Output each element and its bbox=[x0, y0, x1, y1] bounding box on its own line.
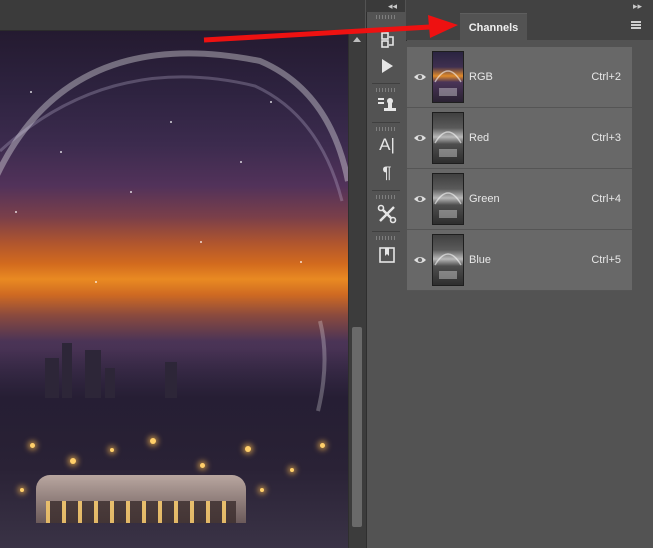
channel-shortcut: Ctrl+5 bbox=[591, 254, 621, 266]
channel-row-green[interactable]: Green Ctrl+4 bbox=[407, 169, 632, 230]
snow-globe-glass bbox=[0, 50, 348, 412]
channel-thumbnail bbox=[432, 112, 464, 164]
clone-source-icon[interactable] bbox=[376, 94, 398, 116]
channel-row-blue[interactable]: Blue Ctrl+5 bbox=[407, 230, 632, 291]
channel-shortcut: Ctrl+4 bbox=[591, 193, 621, 205]
image-canvas[interactable] bbox=[0, 31, 348, 548]
grip-handle[interactable] bbox=[376, 236, 396, 240]
character-icon[interactable]: A| bbox=[376, 134, 398, 156]
grip-handle[interactable] bbox=[376, 88, 396, 92]
canvas-vertical-scrollbar[interactable] bbox=[348, 31, 366, 548]
history-icon[interactable] bbox=[376, 29, 398, 51]
channel-shortcut: Ctrl+2 bbox=[591, 71, 621, 83]
channel-thumbnail bbox=[432, 51, 464, 103]
document-tab-bar bbox=[0, 0, 365, 31]
grip-handle[interactable] bbox=[376, 195, 396, 199]
channel-name: Red bbox=[469, 132, 490, 144]
channel-thumbnail bbox=[432, 234, 464, 286]
panel-icon-strip: A| ¶ bbox=[366, 12, 407, 548]
collapse-panel-icon[interactable]: ▸▸ bbox=[633, 1, 642, 11]
divider bbox=[372, 83, 400, 84]
channel-name: Green bbox=[469, 193, 500, 205]
eye-visibility-icon[interactable] bbox=[413, 131, 427, 145]
channel-name: Blue bbox=[469, 254, 492, 266]
channel-shortcut: Ctrl+3 bbox=[591, 132, 621, 144]
panel-menu-icon[interactable] bbox=[631, 21, 641, 29]
eye-visibility-icon[interactable] bbox=[413, 70, 427, 84]
channel-row-red[interactable]: Red Ctrl+3 bbox=[407, 108, 632, 169]
panel-header bbox=[406, 0, 653, 40]
divider bbox=[372, 231, 400, 232]
scrollbar-thumb[interactable] bbox=[352, 327, 362, 527]
eye-visibility-icon[interactable] bbox=[413, 192, 427, 206]
channel-thumbnail bbox=[432, 173, 464, 225]
eye-visibility-icon[interactable] bbox=[413, 253, 427, 267]
properties-icon[interactable] bbox=[376, 244, 398, 266]
divider bbox=[372, 122, 400, 123]
collapse-panels-icon[interactable]: ◂◂ bbox=[388, 1, 397, 11]
divider bbox=[372, 190, 400, 191]
channel-row-rgb[interactable]: RGB Ctrl+2 bbox=[407, 47, 632, 108]
paragraph-icon[interactable]: ¶ bbox=[376, 162, 398, 184]
channel-name: RGB bbox=[469, 71, 493, 83]
actions-play-icon[interactable] bbox=[376, 55, 398, 77]
grip-handle[interactable] bbox=[376, 15, 396, 19]
dock-top-bar bbox=[366, 0, 405, 12]
tab-channels[interactable]: Channels bbox=[460, 13, 527, 41]
scroll-up-icon[interactable] bbox=[353, 37, 361, 42]
grip-handle[interactable] bbox=[376, 127, 396, 131]
tool-presets-icon[interactable] bbox=[376, 203, 398, 225]
